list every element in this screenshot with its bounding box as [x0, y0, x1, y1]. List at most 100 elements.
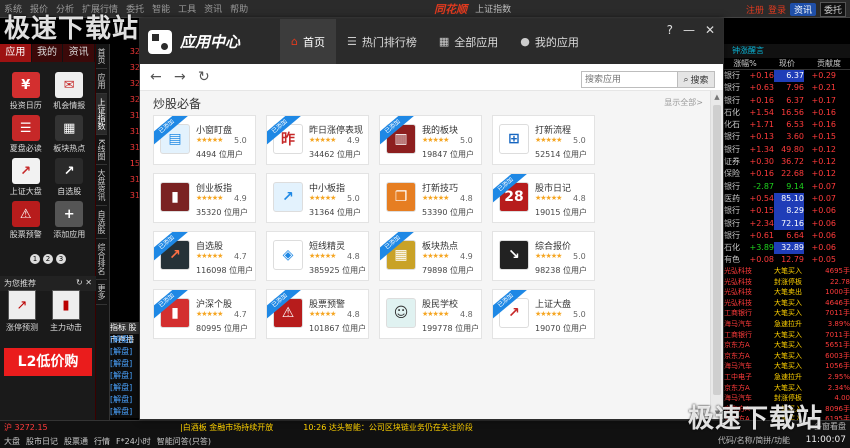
commentary-item[interactable]: [解盘] — [110, 370, 142, 382]
tick-alert-row[interactable]: 京东方A 大笔买入 6003手 — [724, 351, 850, 362]
refresh-icon[interactable]: ↻ ✕ — [76, 278, 92, 289]
content-scrollbar[interactable]: ▲ ▼ — [710, 91, 723, 419]
contribution-row[interactable]: 化石 +1.71 6.53 +0.16 — [724, 119, 850, 131]
recommend-app-item[interactable]: ↗ 涨停预测 — [6, 290, 38, 333]
bottom-tab[interactable]: 行情 — [94, 435, 110, 448]
news-pill-button[interactable]: 资讯 — [789, 3, 816, 16]
left-app-item[interactable]: ☰ 夏盘必读 — [4, 115, 48, 154]
nav-item-home[interactable]: ⌂ 首页 — [280, 19, 336, 64]
left-app-item[interactable]: ⚠ 股票预警 — [4, 201, 48, 240]
contribution-row[interactable]: 有色 +0.08 12.79 +0.05 — [724, 254, 850, 266]
bottom-tab[interactable]: 大盘 — [4, 435, 20, 448]
app-card[interactable]: 28 股市日记 ★★★★★ 4.8 19015 位用户 已添加 — [492, 173, 595, 223]
app-card[interactable]: ☺ 股民学校 ★★★★★ 4.8 199778 位用户 — [379, 289, 482, 339]
tick-alert-row[interactable]: 工中电子 急速拉升 2.95% — [724, 372, 850, 383]
tick-alert-row[interactable]: 京东方A 大笔买入 5651手 — [724, 340, 850, 351]
commentary-tab[interactable]: 指标 — [110, 323, 126, 332]
contribution-row[interactable]: 银行 +0.15 8.29 +0.06 — [724, 205, 850, 218]
commentary-item[interactable]: [解盘] — [110, 382, 142, 394]
page-dot[interactable]: 2 — [43, 254, 53, 264]
bottom-tab[interactable]: 智能问答(只答) — [157, 435, 211, 448]
tick-alert-row[interactable]: 京东方A 大笔买入 2.34% — [724, 383, 850, 394]
nav-item-grid[interactable]: ▦ 全部应用 — [428, 19, 509, 64]
contribution-row[interactable]: 证券 +0.30 36.72 +0.12 — [724, 156, 850, 168]
left-app-item[interactable]: ¥ 投资日历 — [4, 72, 48, 111]
app-card[interactable]: ◈ 短线精灵 ★★★★★ 4.8 385925 位用户 — [266, 231, 369, 281]
contribution-row[interactable]: 银行 +0.63 7.96 +0.21 — [724, 82, 850, 94]
contribution-row[interactable]: 医药 +0.54 85.10 +0.07 — [724, 192, 850, 206]
contribution-row[interactable]: 银行 +0.61 6.64 +0.06 — [724, 230, 850, 242]
vertical-tab[interactable]: 首页 — [96, 44, 107, 69]
menu-item[interactable]: 工具 — [178, 2, 196, 15]
recommend-app-item[interactable]: ▮ 主力动击 — [50, 290, 82, 333]
page-dot[interactable]: 1 — [30, 254, 40, 264]
tab-mine[interactable]: 我的 — [31, 44, 64, 62]
app-card[interactable]: ↗ 中小板指 ★★★★★ 5.0 31364 位用户 — [266, 173, 369, 223]
help-icon[interactable]: ? — [667, 23, 673, 37]
news-ticker[interactable]: |白酒板 金融市场持续开放 — [180, 421, 273, 435]
contribution-row[interactable]: 银行 +0.13 3.60 +0.15 — [724, 131, 850, 143]
tick-alert-row[interactable]: 海马汽车 急速拉升 3.89% — [724, 319, 850, 330]
nav-item-user[interactable]: ● 我的应用 — [509, 19, 590, 64]
close-icon[interactable]: ✕ — [705, 23, 715, 37]
left-app-item[interactable]: ↗ 上证大盘 — [4, 158, 48, 197]
menu-item[interactable]: 智能 — [152, 2, 170, 15]
scroll-up-icon[interactable]: ▲ — [711, 91, 723, 103]
forward-arrow-icon[interactable]: → — [174, 69, 198, 85]
vertical-tab[interactable]: 大盘资讯 — [96, 165, 107, 207]
scroll-thumb[interactable] — [713, 105, 721, 395]
contribution-row[interactable]: 银行 +2.34 72.16 +0.06 — [724, 217, 850, 230]
back-arrow-icon[interactable]: ← — [150, 69, 174, 85]
commentary-item[interactable]: [解盘] — [110, 334, 142, 346]
app-card[interactable]: ▦ 板块热点 ★★★★★ 4.9 79898 位用户 已添加 — [379, 231, 482, 281]
app-card[interactable]: ⊞ 打新流程 ★★★★★ 5.0 52514 位用户 — [492, 115, 595, 165]
tab-apps[interactable]: 应用 — [0, 44, 32, 62]
contribution-row[interactable]: 银行 +0.16 6.37 +0.17 — [724, 95, 850, 107]
show-all-link[interactable]: 显示全部> — [664, 97, 703, 108]
tick-alert-row[interactable]: 光弘科技 大笔买入 4646手 — [724, 298, 850, 309]
tick-alert-row[interactable]: 光弘科技 大笔卖出 1000手 — [724, 287, 850, 298]
app-card[interactable]: ↗ 上证大盘 ★★★★★ 5.0 19070 位用户 已添加 — [492, 289, 595, 339]
bottom-tab[interactable]: 股市日记 — [26, 435, 58, 448]
left-app-item[interactable]: ✉ 机会情报 — [48, 72, 92, 111]
left-app-item[interactable]: ▦ 板块热点 — [48, 115, 92, 154]
l2-promo-banner[interactable]: L2低价购 — [4, 348, 92, 376]
commentary-item[interactable]: [解盘] — [110, 394, 142, 406]
app-card[interactable]: ▤ 小窗盯盘 ★★★★★ 5.0 4494 位用户 已添加 — [153, 115, 256, 165]
page-dot[interactable]: 3 — [56, 254, 66, 264]
refresh-icon[interactable]: ↻ — [198, 69, 222, 85]
nav-item-list[interactable]: ☰ 热门排行榜 — [336, 19, 428, 64]
contribution-row[interactable]: 石化 +3.89 32.89 +0.06 — [724, 242, 850, 255]
login-link[interactable]: 登录 — [768, 3, 786, 16]
bottom-tab[interactable]: 股票通 — [64, 435, 88, 448]
vertical-tab[interactable]: 上证指数 — [96, 94, 107, 135]
vertical-tab[interactable]: 更多 — [96, 280, 107, 306]
tick-alert-row[interactable]: 光弘科技 大笔买入 4695手 — [724, 266, 850, 277]
vertical-tab[interactable]: K线图 — [96, 135, 107, 166]
register-link[interactable]: 注册 — [746, 3, 764, 16]
app-search-button[interactable]: ⌕ 搜索 — [677, 71, 715, 88]
vertical-tab[interactable]: 应用 — [96, 69, 107, 94]
vertical-tab[interactable]: 综合排名 — [96, 239, 107, 281]
vertical-tab[interactable]: 自选股 — [96, 206, 107, 240]
contribution-row[interactable]: 石化 +1.54 16.56 +0.16 — [724, 107, 850, 119]
tick-alert-row[interactable]: 光弘科技 封涨停板 22.78 — [724, 277, 850, 288]
app-card[interactable]: ▥ 我的板块 ★★★★★ 5.0 19847 位用户 已添加 — [379, 115, 482, 165]
app-card[interactable]: 昨昨日涨停表现 ★★★★★ 4.9 34462 位用户 已添加 — [266, 115, 369, 165]
bottom-tab[interactable]: F*24小时 — [116, 435, 151, 448]
index-quote[interactable]: 沪 3272.15 — [0, 421, 100, 435]
contribution-row[interactable]: 银行 -2.87 9.14 +0.07 — [724, 181, 850, 193]
tab-news[interactable]: 资讯 — [63, 44, 96, 62]
tick-alert-row[interactable]: 工商银行 大笔买入 7011手 — [724, 308, 850, 319]
col-header[interactable]: 涨幅% — [724, 58, 766, 69]
tick-alert-row[interactable]: 工商银行 大笔买入 7011手 — [724, 330, 850, 341]
tick-alert-row[interactable]: 海马汽车 大笔买入 1056手 — [724, 361, 850, 372]
contribution-row[interactable]: 保险 +0.16 22.68 +0.12 — [724, 168, 850, 180]
trade-select[interactable]: 委托 — [819, 2, 846, 17]
app-search-input[interactable] — [581, 71, 677, 88]
left-app-item[interactable]: ↗ 自选股 — [48, 158, 92, 197]
commentary-item[interactable]: [解盘] — [110, 406, 142, 418]
app-card[interactable]: ▮ 沪深个股 ★★★★★ 4.7 80995 位用户 已添加 — [153, 289, 256, 339]
contribution-row[interactable]: 银行 +0.16 6.37 +0.29 — [724, 70, 850, 83]
col-header[interactable]: 贡献度 — [808, 58, 850, 69]
